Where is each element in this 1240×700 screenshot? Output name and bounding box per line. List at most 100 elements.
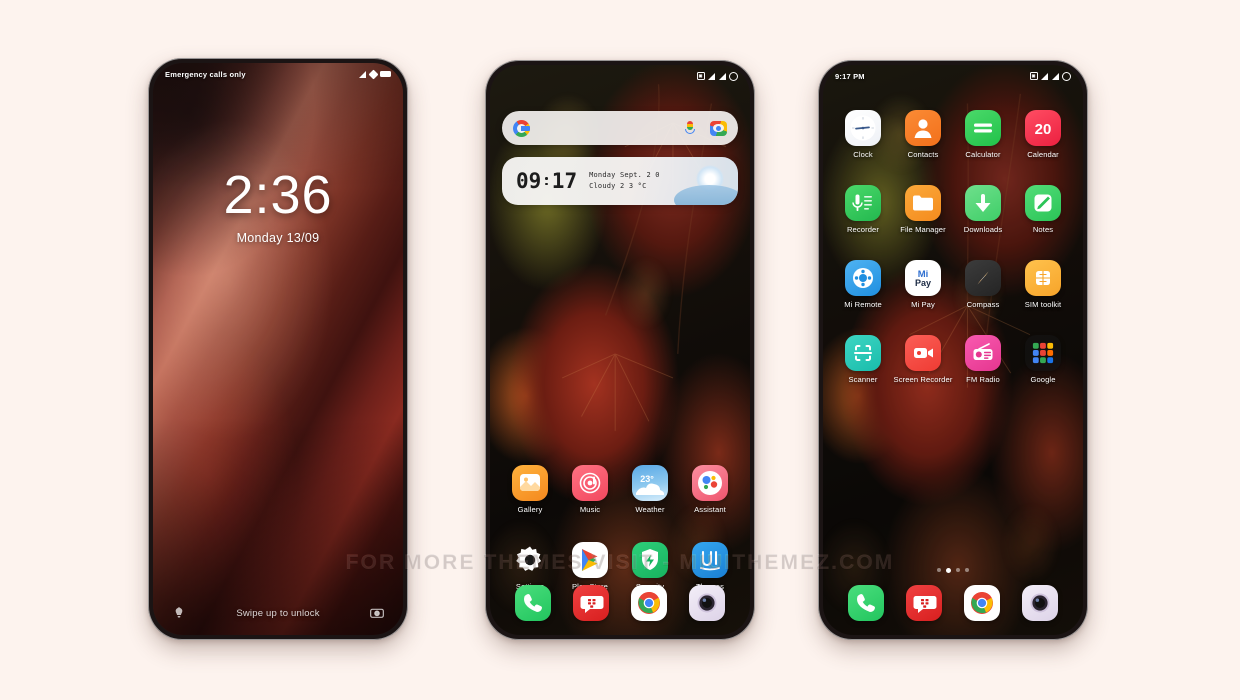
app-label: Weather [635, 505, 665, 514]
drawer-app-row-1: Clock Contacts Calculator 20 Calendar [823, 110, 1083, 159]
app-mi-remote[interactable]: Mi Remote [833, 260, 893, 309]
settings-gear-icon [512, 542, 548, 578]
app-label: Contacts [907, 150, 939, 159]
app-downloads[interactable]: Downloads [953, 185, 1013, 234]
app-sim-toolkit[interactable]: SIM toolkit [1013, 260, 1073, 309]
app-recorder[interactable]: Recorder [833, 185, 893, 234]
lock-status-icons [359, 69, 391, 79]
messages-icon[interactable] [906, 585, 942, 621]
app-fm-radio[interactable]: FM Radio [953, 335, 1013, 384]
page-indicator[interactable] [823, 568, 1083, 573]
screenshot-icon: ▣ [1029, 72, 1038, 80]
app-music[interactable]: Music [560, 465, 620, 514]
app-label: Google [1030, 375, 1056, 384]
lock-screen-display: Emergency calls only 2:36 Monday 13/09 S… [153, 63, 403, 635]
svg-text:23°: 23° [640, 474, 654, 484]
app-notes[interactable]: Notes [1013, 185, 1073, 234]
microphone-icon[interactable] [683, 120, 697, 136]
widget-time: 09 17 [516, 169, 577, 193]
clock-weather-widget[interactable]: 09 17 Monday Sept. 2 0 Cloudy 2 3 °C [502, 157, 738, 205]
home-screen-display: ▣ 09 17 Monday Sept. 2 0 Cloudy 2 3 °C G… [490, 65, 750, 635]
widget-weather: Cloudy 2 3 °C [589, 182, 647, 190]
assistant-icon [692, 465, 728, 501]
fm-radio-icon [965, 335, 1001, 371]
app-label: Mi Remote [844, 300, 882, 309]
flashlight-icon[interactable] [171, 605, 187, 621]
google-lens-icon[interactable] [710, 120, 727, 136]
lockscreen-clock: 2:36 Monday 13/09 [153, 168, 403, 245]
lockscreen-bottom-bar: Swipe up to unlock [153, 605, 403, 621]
drawer-app-row-3: Mi Remote Mi Pay Mi Pay Compass SIM tool… [823, 260, 1083, 309]
themes-icon [692, 542, 728, 578]
google-search-bar[interactable] [502, 111, 738, 145]
home-statusbar: ▣ [490, 65, 750, 87]
time-colon [543, 177, 550, 185]
carrier-text: Emergency calls only [165, 69, 246, 79]
app-label: Assistant [694, 505, 726, 514]
drawer-dock [823, 585, 1083, 621]
camera-lens-icon[interactable] [689, 585, 725, 621]
signal-icon [359, 70, 366, 78]
widget-info: Monday Sept. 2 0 Cloudy 2 3 °C [589, 170, 660, 192]
app-themes[interactable]: Themes [680, 542, 740, 591]
home-status-icons: ▣ [696, 71, 738, 81]
screenshot-icon: ▣ [696, 72, 705, 80]
app-play-store[interactable]: Play Store [560, 542, 620, 591]
app-scanner[interactable]: Scanner [833, 335, 893, 384]
messages-icon[interactable] [573, 585, 609, 621]
app-settings[interactable]: Settings [500, 542, 560, 591]
app-clock[interactable]: Clock [833, 110, 893, 159]
phone-icon[interactable] [515, 585, 551, 621]
screen-recorder-icon [905, 335, 941, 371]
app-label: Scanner [848, 375, 878, 384]
app-label: Calculator [965, 150, 1001, 159]
home-app-row-2: Settings Play Store [490, 542, 750, 591]
app-assistant[interactable]: Assistant [680, 465, 740, 514]
chrome-icon[interactable] [631, 585, 667, 621]
notes-pencil-icon [1025, 185, 1061, 221]
app-compass[interactable]: Compass [953, 260, 1013, 309]
app-label: File Manager [900, 225, 946, 234]
app-contacts[interactable]: Contacts [893, 110, 953, 159]
app-security[interactable]: Security [620, 542, 680, 591]
calculator-icon [965, 110, 1001, 146]
clock-icon [845, 110, 881, 146]
lock-time: 2:36 [223, 165, 333, 225]
app-label: Downloads [963, 225, 1003, 234]
lock-statusbar: Emergency calls only [153, 63, 403, 85]
widget-hours: 09 [516, 169, 542, 193]
phone-icon[interactable] [848, 585, 884, 621]
widget-minutes: 17 [551, 169, 578, 193]
page-dot-active[interactable] [946, 568, 951, 573]
camera-icon[interactable] [369, 605, 385, 621]
security-shield-icon [632, 542, 668, 578]
app-label: Music [579, 505, 601, 514]
phone-lock-screen: Emergency calls only 2:36 Monday 13/09 S… [148, 58, 408, 640]
page-dot[interactable] [937, 568, 941, 572]
app-gallery[interactable]: Gallery [500, 465, 560, 514]
chrome-icon[interactable] [964, 585, 1000, 621]
phone-home-screen: ▣ 09 17 Monday Sept. 2 0 Cloudy 2 3 °C G… [485, 60, 755, 640]
battery-icon [380, 70, 391, 78]
page-dot[interactable] [965, 568, 969, 572]
page-dot[interactable] [956, 568, 960, 572]
app-label: Recorder [846, 225, 880, 234]
app-weather[interactable]: 23° Weather [620, 465, 680, 514]
calendar-icon: 20 [1025, 110, 1061, 146]
app-file-manager[interactable]: File Manager [893, 185, 953, 234]
scanner-icon [845, 335, 881, 371]
app-label: Compass [966, 300, 1000, 309]
app-screen-recorder[interactable]: Screen Recorder [893, 335, 953, 384]
app-google-folder[interactable]: Google [1013, 335, 1073, 384]
app-mi-pay[interactable]: Mi Pay Mi Pay [893, 260, 953, 309]
phone-app-drawer: 9:17 PM ▣ Clock Contacts Calculator 20 C… [818, 60, 1088, 640]
svg-text:20: 20 [1035, 121, 1052, 138]
camera-lens-icon[interactable] [1022, 585, 1058, 621]
app-calendar[interactable]: 20 Calendar [1013, 110, 1073, 159]
remote-icon [845, 260, 881, 296]
app-calculator[interactable]: Calculator [953, 110, 1013, 159]
app-label: Notes [1032, 225, 1054, 234]
sim-card-icon [1025, 260, 1061, 296]
battery-icon [1062, 71, 1071, 81]
signal-icon [708, 72, 715, 80]
